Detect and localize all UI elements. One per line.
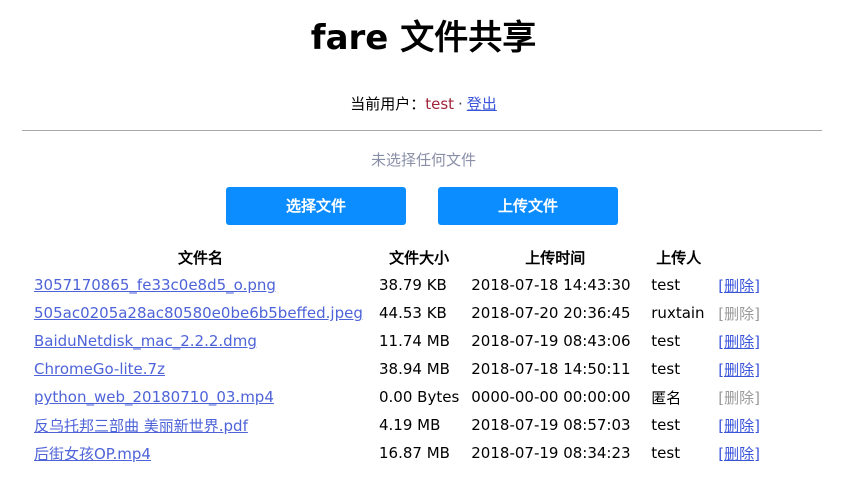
logout-link[interactable]: 登出: [467, 95, 497, 113]
table-row: 505ac0205a28ac80580e0be6b5beffed.jpeg 44…: [28, 299, 780, 327]
column-header-actions: [712, 243, 780, 271]
upload-time-cell: 0000-00-00 00:00:00: [471, 388, 631, 406]
uploader-cell: test: [651, 444, 681, 462]
uploader-cell: 匿名: [651, 388, 682, 407]
uploader-cell: test: [651, 276, 681, 294]
current-user-bar: 当前用户：test · 登出: [0, 93, 847, 115]
upload-time-cell: 2018-07-20 20:36:45: [471, 304, 631, 322]
table-row: 后街女孩OP.mp4 16.87 MB 2018-07-19 08:34:23 …: [28, 439, 780, 467]
delete-cell: [删除]: [712, 271, 780, 299]
column-header-filename: 文件名: [177, 248, 223, 267]
file-name-cell: BaiduNetdisk_mac_2.2.2.dmg: [28, 327, 373, 355]
delete-cell: [删除]: [712, 327, 780, 355]
file-name-cell: 后街女孩OP.mp4: [28, 439, 373, 467]
file-link[interactable]: BaiduNetdisk_mac_2.2.2.dmg: [34, 332, 257, 350]
file-size-cell: 38.94 MB: [379, 360, 450, 378]
delete-link[interactable]: [删除]: [718, 333, 760, 351]
file-link[interactable]: python_web_20180710_03.mp4: [34, 388, 274, 406]
table-row: BaiduNetdisk_mac_2.2.2.dmg 11.74 MB 2018…: [28, 327, 780, 355]
file-name-cell: ChromeGo-lite.7z: [28, 355, 373, 383]
upload-file-button[interactable]: 上传文件: [438, 187, 618, 225]
selected-file-status: 未选择任何文件: [370, 151, 476, 169]
delete-cell: [删除]: [712, 411, 780, 439]
select-file-button[interactable]: 选择文件: [226, 187, 406, 225]
table-row: 反乌托邦三部曲 美丽新世界.pdf 4.19 MB 2018-07-19 08:…: [28, 411, 780, 439]
upload-time-cell: 2018-07-18 14:50:11: [471, 360, 631, 378]
current-username: test: [425, 95, 455, 113]
file-size-cell: 4.19 MB: [379, 416, 441, 434]
header-divider: [22, 130, 822, 131]
table-row: ChromeGo-lite.7z 38.94 MB 2018-07-18 14:…: [28, 355, 780, 383]
uploader-cell: ruxtain: [651, 304, 705, 322]
file-size-cell: 44.53 KB: [379, 304, 447, 322]
upload-time-cell: 2018-07-18 14:43:30: [471, 276, 631, 294]
uploader-cell: test: [651, 360, 681, 378]
file-name-cell: 505ac0205a28ac80580e0be6b5beffed.jpeg: [28, 299, 373, 327]
uploader-cell: test: [651, 416, 681, 434]
delete-cell: [删除]: [712, 383, 780, 411]
file-name-cell: 反乌托邦三部曲 美丽新世界.pdf: [28, 411, 373, 439]
delete-link[interactable]: [删除]: [718, 445, 760, 463]
file-size-cell: 0.00 Bytes: [379, 388, 460, 406]
file-table-header: 文件名 文件大小 上传时间 上传人: [28, 243, 780, 271]
delete-cell: [删除]: [712, 439, 780, 467]
file-name-cell: 3057170865_fe33c0e8d5_o.png: [28, 271, 373, 299]
delete-link-disabled: [删除]: [718, 304, 760, 323]
file-table: 文件名 文件大小 上传时间 上传人 3057170865_fe33c0e8d5_…: [28, 243, 780, 467]
delete-link[interactable]: [删除]: [718, 361, 760, 379]
delete-link[interactable]: [删除]: [718, 277, 760, 295]
delete-cell: [删除]: [712, 355, 780, 383]
column-header-upload-time: 上传时间: [525, 248, 586, 267]
file-link[interactable]: ChromeGo-lite.7z: [34, 360, 165, 378]
current-user-label: 当前用户：: [350, 95, 426, 113]
upload-time-cell: 2018-07-19 08:57:03: [471, 416, 631, 434]
file-size-cell: 11.74 MB: [379, 332, 450, 350]
column-header-uploader: 上传人: [656, 248, 702, 267]
file-size-cell: 16.87 MB: [379, 444, 450, 462]
file-link[interactable]: 505ac0205a28ac80580e0be6b5beffed.jpeg: [34, 304, 363, 322]
table-row: python_web_20180710_03.mp4 0.00 Bytes 00…: [28, 383, 780, 411]
delete-link-disabled: [删除]: [718, 388, 760, 407]
file-link[interactable]: 后街女孩OP.mp4: [34, 445, 151, 463]
page-title: fare 文件共享: [310, 18, 537, 58]
separator-dot: ·: [458, 95, 463, 113]
delete-link[interactable]: [删除]: [718, 417, 760, 435]
file-link[interactable]: 反乌托邦三部曲 美丽新世界.pdf: [34, 417, 248, 435]
delete-cell: [删除]: [712, 299, 780, 327]
file-size-cell: 38.79 KB: [379, 276, 447, 294]
file-name-cell: python_web_20180710_03.mp4: [28, 383, 373, 411]
uploader-cell: test: [651, 332, 681, 350]
table-row: 3057170865_fe33c0e8d5_o.png 38.79 KB 201…: [28, 271, 780, 299]
file-link[interactable]: 3057170865_fe33c0e8d5_o.png: [34, 276, 276, 294]
upload-time-cell: 2018-07-19 08:43:06: [471, 332, 631, 350]
upload-time-cell: 2018-07-19 08:34:23: [471, 444, 631, 462]
column-header-filesize: 文件大小: [389, 248, 450, 267]
